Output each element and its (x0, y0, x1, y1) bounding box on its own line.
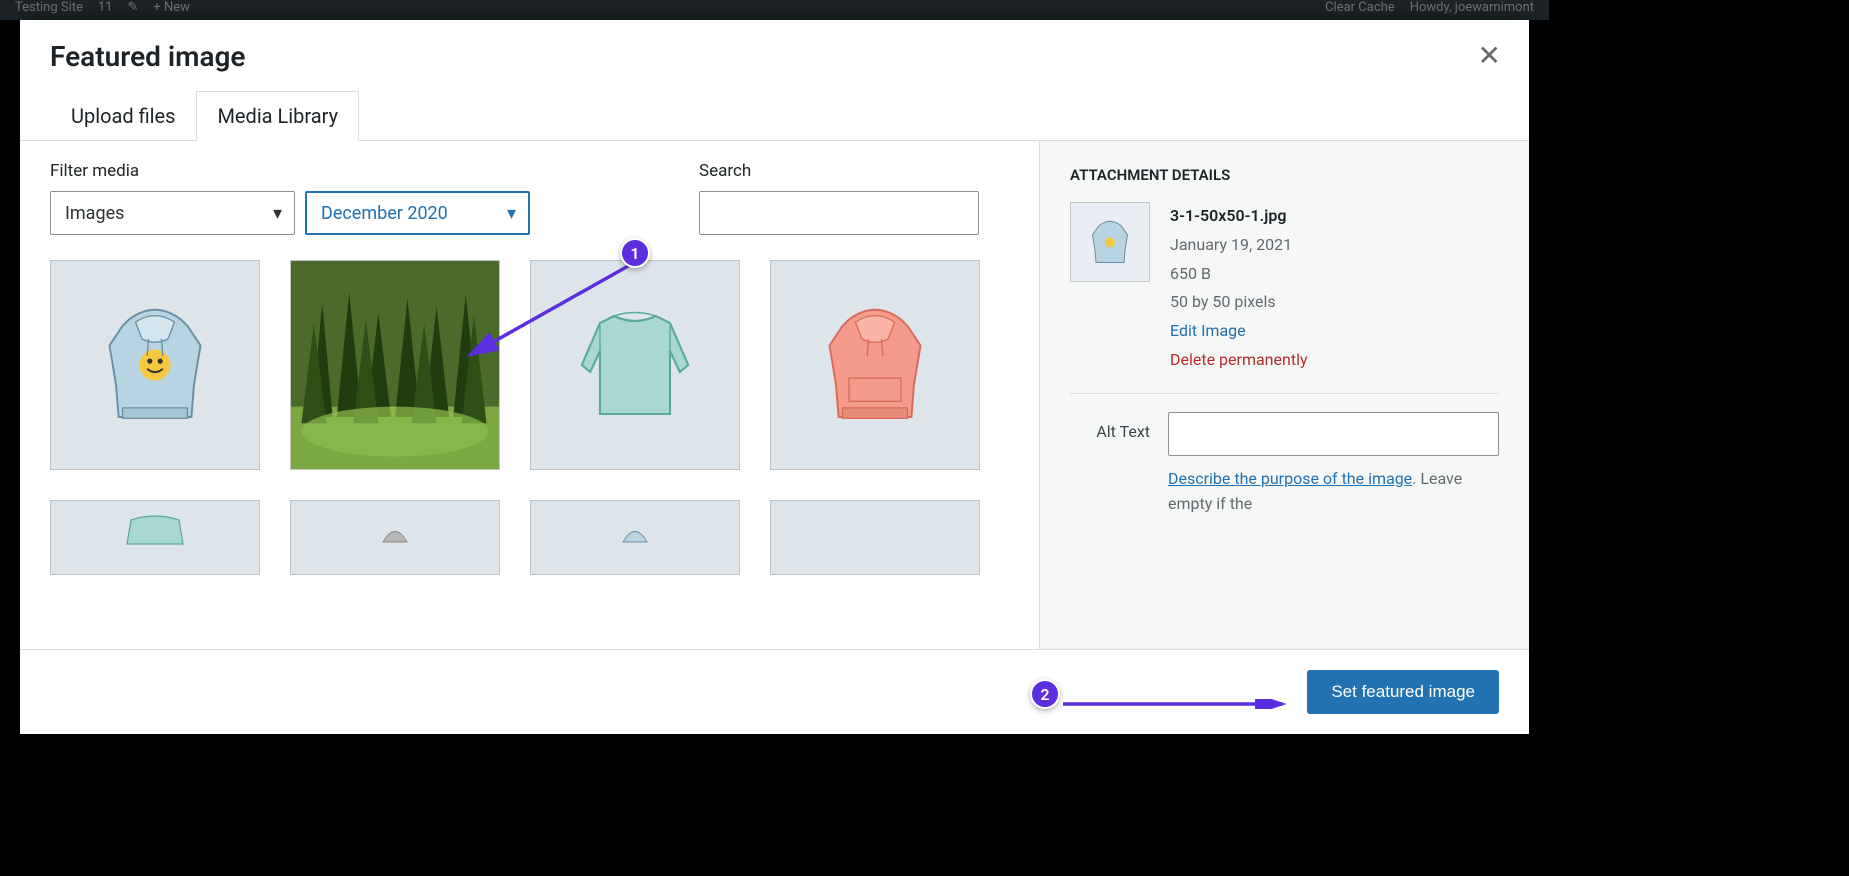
attachment-dimensions: 50 by 50 pixels (1170, 288, 1308, 317)
edit-image-link[interactable]: Edit Image (1170, 317, 1308, 346)
modal-footer: Set featured image (20, 649, 1529, 734)
shirt-teal-icon (565, 295, 705, 435)
set-featured-image-button[interactable]: Set featured image (1307, 670, 1499, 714)
media-item[interactable] (290, 500, 500, 575)
tabs: Upload files Media Library (20, 91, 1529, 141)
modal-title: Featured image (50, 40, 1499, 73)
media-item[interactable] (530, 500, 740, 575)
filter-media-label: Filter media (50, 161, 530, 181)
new-label: New (164, 0, 190, 15)
hoodie-red-icon (810, 290, 940, 440)
garment-teal-icon (115, 511, 195, 561)
filter-date-select[interactable]: December 2020 (305, 191, 530, 235)
delete-permanently-link[interactable]: Delete permanently (1170, 346, 1308, 375)
hoodie-grey-icon (365, 511, 425, 561)
forest-image-icon (291, 261, 499, 469)
attachment-filename: 3-1-50x50-1.jpg (1170, 202, 1308, 231)
filter-type-value: Images (65, 203, 124, 224)
filter-date-value: December 2020 (321, 203, 448, 224)
alt-text-input[interactable] (1168, 412, 1499, 456)
media-item[interactable] (770, 260, 980, 470)
media-item[interactable] (530, 260, 740, 470)
annotation-badge-2: 2 (1030, 679, 1060, 709)
attachment-details-heading: ATTACHMENT DETAILS (1070, 166, 1499, 184)
media-item[interactable] (290, 260, 500, 470)
search-label: Search (699, 161, 979, 181)
alt-text-label: Alt Text (1070, 412, 1150, 441)
media-item[interactable] (50, 500, 260, 575)
filter-type-select[interactable]: Images (50, 191, 295, 235)
alt-text-help: Describe the purpose of the image. Leave… (1168, 466, 1499, 517)
tab-media-library[interactable]: Media Library (196, 91, 359, 141)
attachment-date: January 19, 2021 (1170, 231, 1308, 260)
media-main-panel: Filter media Images December 2020 Search (20, 141, 1039, 649)
media-grid (50, 260, 1009, 575)
describe-purpose-link[interactable]: Describe the purpose of the image (1168, 469, 1412, 488)
media-item[interactable] (770, 500, 980, 575)
media-item[interactable] (50, 260, 260, 470)
tab-upload-files[interactable]: Upload files (50, 91, 196, 141)
close-icon[interactable]: ✕ (1478, 42, 1501, 70)
attachment-size: 650 B (1170, 260, 1308, 289)
comments-count[interactable]: 11 (98, 0, 113, 20)
hoodie-blue-small-icon (605, 511, 665, 561)
hoodie-thumb-icon (1085, 215, 1135, 270)
howdy[interactable]: Howdy, joewarnimont (1410, 0, 1534, 20)
site-name[interactable]: Testing Site (15, 0, 83, 20)
clear-cache[interactable]: Clear Cache (1325, 0, 1395, 20)
search-input[interactable] (699, 191, 979, 235)
admin-bar: Testing Site 11 ✎ + New Clear Cache Howd… (0, 0, 1549, 20)
attachment-details-sidebar: ATTACHMENT DETAILS 3-1-50x50-1.jpg Janua… (1039, 141, 1529, 649)
attachment-thumbnail (1070, 202, 1150, 282)
annotation-badge-1: 1 (620, 238, 650, 268)
featured-image-modal: ✕ Featured image Upload files Media Libr… (20, 20, 1529, 734)
hoodie-blue-icon (90, 290, 220, 440)
